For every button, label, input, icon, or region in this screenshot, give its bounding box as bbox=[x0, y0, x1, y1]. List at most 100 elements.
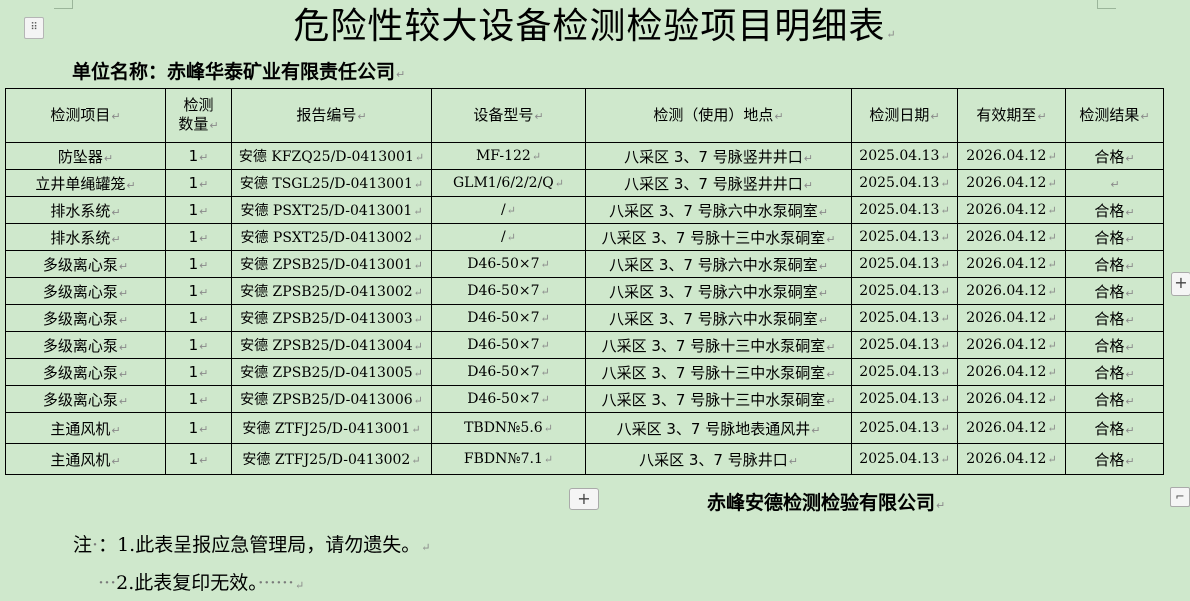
cell-model[interactable]: TBDN№5.6↵ bbox=[431, 412, 586, 444]
cell-result[interactable]: 合格↵ bbox=[1065, 277, 1164, 305]
column-header[interactable]: 检测项目↵ bbox=[5, 88, 166, 143]
column-header[interactable]: 报告编号↵ bbox=[231, 88, 432, 143]
cell-quantity[interactable]: 1↵ bbox=[165, 223, 232, 251]
cell-location[interactable]: 八采区 3、7 号脉井口↵ bbox=[585, 443, 852, 475]
cell-valid-until[interactable]: 2026.04.12↵ bbox=[957, 169, 1066, 197]
cell-quantity[interactable]: 1↵ bbox=[165, 331, 232, 359]
cell-valid-until[interactable]: 2026.04.12↵ bbox=[957, 331, 1066, 359]
cell-test-date[interactable]: 2025.04.13↵ bbox=[851, 250, 958, 278]
cell-model[interactable]: D46-50×7↵ bbox=[431, 385, 586, 413]
cell-item[interactable]: 防坠器↵ bbox=[5, 142, 166, 170]
cell-valid-until[interactable]: 2026.04.12↵ bbox=[957, 412, 1066, 444]
cell-test-date[interactable]: 2025.04.13↵ bbox=[851, 169, 958, 197]
cell-report-no[interactable]: 安德 TSGL25/D-0413001↵ bbox=[231, 169, 432, 197]
cell-location[interactable]: 八采区 3、7 号脉十三中水泵硐室↵ bbox=[585, 385, 852, 413]
cell-test-date[interactable]: 2025.04.13↵ bbox=[851, 142, 958, 170]
add-row-button[interactable]: + bbox=[569, 488, 599, 510]
cell-result[interactable]: 合格↵ bbox=[1065, 223, 1164, 251]
cell-result[interactable]: 合格↵ bbox=[1065, 142, 1164, 170]
cell-test-date[interactable]: 2025.04.13↵ bbox=[851, 443, 958, 475]
cell-valid-until[interactable]: 2026.04.12↵ bbox=[957, 277, 1066, 305]
cell-valid-until[interactable]: 2026.04.12↵ bbox=[957, 142, 1066, 170]
table-resize-handle-icon[interactable]: ⌐ bbox=[1170, 487, 1190, 507]
cell-item[interactable]: 立井单绳罐笼↵ bbox=[5, 169, 166, 197]
cell-report-no[interactable]: 安德 KFZQ25/D-0413001↵ bbox=[231, 142, 432, 170]
cell-model[interactable]: D46-50×7↵ bbox=[431, 331, 586, 359]
column-header[interactable]: 设备型号↵ bbox=[431, 88, 586, 143]
cell-valid-until[interactable]: 2026.04.12↵ bbox=[957, 223, 1066, 251]
cell-quantity[interactable]: 1↵ bbox=[165, 142, 232, 170]
cell-test-date[interactable]: 2025.04.13↵ bbox=[851, 358, 958, 386]
cell-quantity[interactable]: 1↵ bbox=[165, 196, 232, 224]
cell-test-date[interactable]: 2025.04.13↵ bbox=[851, 277, 958, 305]
cell-test-date[interactable]: 2025.04.13↵ bbox=[851, 196, 958, 224]
cell-location[interactable]: 八采区 3、7 号脉竖井井口↵ bbox=[585, 169, 852, 197]
column-header[interactable]: 有效期至↵ bbox=[957, 88, 1066, 143]
cell-test-date[interactable]: 2025.04.13↵ bbox=[851, 223, 958, 251]
cell-test-date[interactable]: 2025.04.13↵ bbox=[851, 304, 958, 332]
cell-location[interactable]: 八采区 3、7 号脉六中水泵硐室↵ bbox=[585, 250, 852, 278]
cell-report-no[interactable]: 安德 PSXT25/D-0413001↵ bbox=[231, 196, 432, 224]
cell-model[interactable]: D46-50×7↵ bbox=[431, 277, 586, 305]
cell-item[interactable]: 多级离心泵↵ bbox=[5, 385, 166, 413]
cell-quantity[interactable]: 1↵ bbox=[165, 304, 232, 332]
cell-model[interactable]: /↵ bbox=[431, 196, 586, 224]
cell-report-no[interactable]: 安德 ZPSB25/D-0413004↵ bbox=[231, 331, 432, 359]
cell-report-no[interactable]: 安德 ZTFJ25/D-0413002↵ bbox=[231, 443, 432, 475]
cell-result[interactable]: 合格↵ bbox=[1065, 358, 1164, 386]
cell-test-date[interactable]: 2025.04.13↵ bbox=[851, 331, 958, 359]
cell-result[interactable]: 合格↵ bbox=[1065, 196, 1164, 224]
cell-model[interactable]: GLM1/6/2/2/Q↵ bbox=[431, 169, 586, 197]
cell-result[interactable]: 合格↵ bbox=[1065, 385, 1164, 413]
cell-quantity[interactable]: 1↵ bbox=[165, 169, 232, 197]
cell-quantity[interactable]: 1↵ bbox=[165, 412, 232, 444]
cell-item[interactable]: 主通风机↵ bbox=[5, 412, 166, 444]
cell-report-no[interactable]: 安德 PSXT25/D-0413002↵ bbox=[231, 223, 432, 251]
cell-item[interactable]: 多级离心泵↵ bbox=[5, 331, 166, 359]
cell-item[interactable]: 排水系统↵ bbox=[5, 223, 166, 251]
cell-quantity[interactable]: 1↵ bbox=[165, 250, 232, 278]
add-column-button[interactable]: + bbox=[1171, 272, 1190, 296]
cell-valid-until[interactable]: 2026.04.12↵ bbox=[957, 196, 1066, 224]
cell-report-no[interactable]: 安德 ZPSB25/D-0413002↵ bbox=[231, 277, 432, 305]
cell-result[interactable]: 合格↵ bbox=[1065, 331, 1164, 359]
cell-item[interactable]: 多级离心泵↵ bbox=[5, 277, 166, 305]
cell-report-no[interactable]: 安德 ZTFJ25/D-0413001↵ bbox=[231, 412, 432, 444]
cell-item[interactable]: 主通风机↵ bbox=[5, 443, 166, 475]
cell-valid-until[interactable]: 2026.04.12↵ bbox=[957, 443, 1066, 475]
cell-result[interactable]: 合格↵ bbox=[1065, 443, 1164, 475]
cell-model[interactable]: D46-50×7↵ bbox=[431, 304, 586, 332]
column-header[interactable]: 检测 数量↵ bbox=[165, 88, 232, 143]
cell-result[interactable]: 合格↵ bbox=[1065, 250, 1164, 278]
cell-test-date[interactable]: 2025.04.13↵ bbox=[851, 412, 958, 444]
column-header[interactable]: 检测日期↵ bbox=[851, 88, 958, 143]
cell-report-no[interactable]: 安德 ZPSB25/D-0413005↵ bbox=[231, 358, 432, 386]
cell-quantity[interactable]: 1↵ bbox=[165, 358, 232, 386]
column-header[interactable]: 检测结果↵ bbox=[1065, 88, 1164, 143]
cell-report-no[interactable]: 安德 ZPSB25/D-0413006↵ bbox=[231, 385, 432, 413]
cell-report-no[interactable]: 安德 ZPSB25/D-0413001↵ bbox=[231, 250, 432, 278]
cell-location[interactable]: 八采区 3、7 号脉十三中水泵硐室↵ bbox=[585, 358, 852, 386]
cell-location[interactable]: 八采区 3、7 号脉六中水泵硐室↵ bbox=[585, 277, 852, 305]
cell-valid-until[interactable]: 2026.04.12↵ bbox=[957, 250, 1066, 278]
cell-location[interactable]: 八采区 3、7 号脉六中水泵硐室↵ bbox=[585, 304, 852, 332]
cell-model[interactable]: D46-50×7↵ bbox=[431, 250, 586, 278]
cell-model[interactable]: FBDN№7.1↵ bbox=[431, 443, 586, 475]
cell-location[interactable]: 八采区 3、7 号脉六中水泵硐室↵ bbox=[585, 196, 852, 224]
cell-location[interactable]: 八采区 3、7 号脉十三中水泵硐室↵ bbox=[585, 331, 852, 359]
cell-location[interactable]: 八采区 3、7 号脉十三中水泵硐室↵ bbox=[585, 223, 852, 251]
cell-model[interactable]: /↵ bbox=[431, 223, 586, 251]
cell-location[interactable]: 八采区 3、7 号脉地表通风井↵ bbox=[585, 412, 852, 444]
cell-item[interactable]: 多级离心泵↵ bbox=[5, 358, 166, 386]
cell-quantity[interactable]: 1↵ bbox=[165, 443, 232, 475]
cell-quantity[interactable]: 1↵ bbox=[165, 385, 232, 413]
cell-model[interactable]: D46-50×7↵ bbox=[431, 358, 586, 386]
cell-result[interactable]: ↵ bbox=[1065, 169, 1164, 197]
cell-result[interactable]: 合格↵ bbox=[1065, 412, 1164, 444]
cell-valid-until[interactable]: 2026.04.12↵ bbox=[957, 385, 1066, 413]
cell-result[interactable]: 合格↵ bbox=[1065, 304, 1164, 332]
column-header[interactable]: 检测（使用）地点↵ bbox=[585, 88, 852, 143]
cell-location[interactable]: 八采区 3、7 号脉竖井井口↵ bbox=[585, 142, 852, 170]
cell-valid-until[interactable]: 2026.04.12↵ bbox=[957, 358, 1066, 386]
cell-model[interactable]: MF-122↵ bbox=[431, 142, 586, 170]
